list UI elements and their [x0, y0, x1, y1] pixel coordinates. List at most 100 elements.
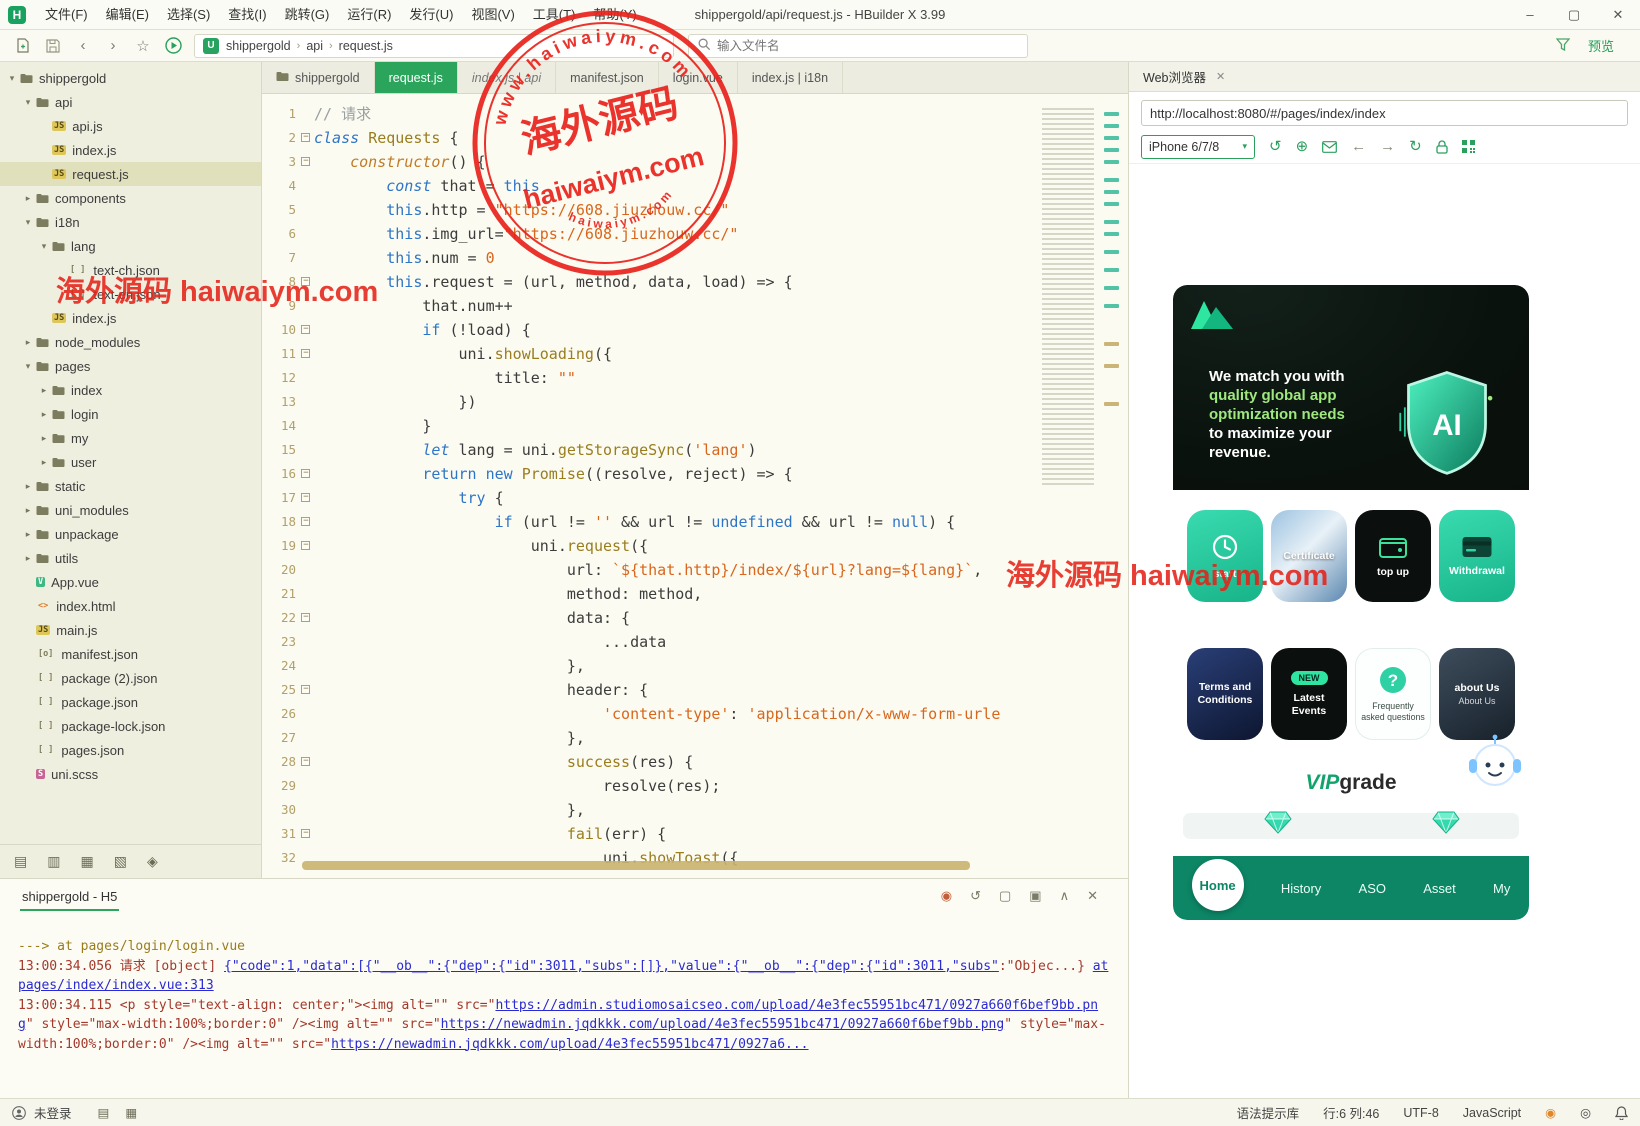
fold-marker[interactable] [296, 270, 314, 294]
tree-file-uni.scss[interactable]: Suni.scss [0, 762, 261, 786]
app-tile-withdrawal[interactable]: Withdrawal [1439, 510, 1515, 602]
menu-item[interactable]: 帮助(Y) [584, 0, 645, 30]
tree-file-package (2).json[interactable]: [ ] package (2).json [0, 666, 261, 690]
rotate-icon[interactable]: ↺ [1269, 139, 1282, 154]
preview-button[interactable]: 预览 [1588, 36, 1614, 55]
tree-arrow-icon[interactable]: ▸ [38, 433, 50, 444]
tab-request.js[interactable]: request.js [374, 62, 458, 93]
tab-shippergold[interactable]: shippergold [262, 62, 375, 93]
login-status[interactable]: 未登录 [34, 1103, 72, 1122]
emulator-icon[interactable]: ▥ [47, 853, 60, 870]
fold-marker[interactable] [296, 510, 314, 534]
lock-icon[interactable] [1436, 139, 1448, 154]
menu-item[interactable]: 选择(S) [158, 0, 219, 30]
fold-marker[interactable] [296, 678, 314, 702]
status-item[interactable]: UTF-8 [1403, 1106, 1438, 1120]
message-icon[interactable]: ◎ [1580, 1105, 1591, 1120]
file-search-box[interactable] [688, 33, 1028, 58]
back-icon[interactable]: ‹ [70, 34, 96, 58]
detach-icon[interactable]: ▣ [1029, 888, 1041, 904]
console-link[interactable]: https://newadmin.jqdkkk.com/upload/4e3fe… [331, 1037, 808, 1052]
stop-icon[interactable]: ▢ [999, 888, 1011, 904]
tree-file-App.vue[interactable]: V App.vue [0, 570, 261, 594]
tree-file-request.js[interactable]: JS request.js [0, 162, 261, 186]
menu-item[interactable]: 视图(V) [462, 0, 523, 30]
plugins-icon[interactable]: ▦ [80, 853, 93, 870]
tree-arrow-icon[interactable]: ▸ [22, 553, 34, 564]
tree-folder-components[interactable]: ▸ components [0, 186, 261, 210]
url-input[interactable] [1141, 100, 1628, 126]
tree-arrow-icon[interactable]: ▾ [38, 241, 50, 252]
tree-folder-uni_modules[interactable]: ▸ uni_modules [0, 498, 261, 522]
tree-arrow-icon[interactable]: ▾ [22, 217, 34, 228]
save-icon[interactable] [40, 34, 66, 58]
horizontal-scrollbar[interactable] [302, 861, 970, 870]
nav-forward-icon[interactable]: → [1380, 139, 1395, 154]
tree-folder-unpackage[interactable]: ▸ unpackage [0, 522, 261, 546]
status-item[interactable]: 行:6 列:46 [1323, 1103, 1379, 1122]
todo-icon[interactable]: ▦ [125, 1105, 137, 1120]
tree-arrow-icon[interactable]: ▸ [38, 385, 50, 396]
run-icon[interactable] [160, 34, 186, 58]
fold-marker[interactable] [296, 822, 314, 846]
breadcrumb-item[interactable]: api [306, 39, 323, 53]
tree-file-package.json[interactable]: [ ] package.json [0, 690, 261, 714]
tree-file-text-en.json[interactable]: [ ] text-en.json [0, 282, 261, 306]
new-file-icon[interactable] [10, 34, 36, 58]
network-icon[interactable]: ⊕ [1296, 139, 1309, 154]
fold-marker[interactable] [296, 318, 314, 342]
tree-arrow-icon[interactable]: ▸ [38, 409, 50, 420]
rerun-icon[interactable]: ↺ [970, 888, 981, 904]
tree-file-api.js[interactable]: JS api.js [0, 114, 261, 138]
fold-marker[interactable] [296, 462, 314, 486]
tab-index.js | i18n[interactable]: index.js | i18n [738, 62, 844, 93]
tree-arrow-icon[interactable]: ▾ [6, 73, 18, 84]
devices-icon[interactable]: ▧ [114, 853, 127, 870]
fold-marker[interactable] [296, 606, 314, 630]
app-tile-certificate[interactable]: Certificate [1271, 510, 1347, 602]
minimize-button[interactable]: – [1508, 0, 1552, 30]
menu-item[interactable]: 查找(I) [219, 0, 275, 30]
menu-item[interactable]: 工具(T) [524, 0, 585, 30]
nav-back-icon[interactable]: ← [1351, 139, 1366, 154]
minimap[interactable] [1042, 108, 1094, 488]
clear-icon[interactable]: ✕ [1087, 888, 1098, 904]
status-item[interactable]: JavaScript [1463, 1106, 1521, 1120]
breadcrumb-item[interactable]: shippergold [226, 39, 291, 53]
tab-manifest.json[interactable]: manifest.json [556, 62, 659, 93]
refresh-icon[interactable]: ↻ [1409, 139, 1422, 154]
tree-folder-i18n[interactable]: ▾ i18n [0, 210, 261, 234]
tree-arrow-icon[interactable]: ▾ [22, 361, 34, 372]
app-tile-latest-events[interactable]: NEW Latest Events [1271, 648, 1347, 740]
tree-arrow-icon[interactable]: ▾ [22, 97, 34, 108]
status-item[interactable]: 语法提示库 [1237, 1103, 1300, 1122]
app-tile-frequently-asked-questions[interactable]: ? Frequently asked questions [1355, 648, 1431, 740]
nav-item-asset[interactable]: Asset [1423, 881, 1456, 896]
tab-login.vue[interactable]: login.vue [659, 62, 738, 93]
tree-file-pages.json[interactable]: [ ] pages.json [0, 738, 261, 762]
tree-file-manifest.json[interactable]: [o] manifest.json [0, 642, 261, 666]
tree-folder-shippergold[interactable]: ▾ shippergold [0, 66, 261, 90]
screenshot-icon[interactable] [1322, 139, 1338, 154]
tree-folder-lang[interactable]: ▾ lang [0, 234, 261, 258]
tree-arrow-icon[interactable]: ▸ [22, 505, 34, 516]
console-link[interactable]: https://newadmin.jqdkkk.com/upload/4e3fe… [441, 1017, 1005, 1032]
menu-item[interactable]: 跳转(G) [276, 0, 339, 30]
code-editor[interactable]: 1 // 请求 2 class Requests {3 constructor() {… [262, 94, 1128, 878]
tree-folder-user[interactable]: ▸ user [0, 450, 261, 474]
app-tile-top-up[interactable]: top up [1355, 510, 1431, 602]
close-button[interactable]: ✕ [1596, 0, 1640, 30]
nav-item-home[interactable]: Home [1191, 859, 1244, 911]
fold-marker[interactable] [296, 126, 314, 150]
tree-file-package-lock.json[interactable]: [ ] package-lock.json [0, 714, 261, 738]
fold-marker[interactable] [296, 486, 314, 510]
terminal-icon[interactable]: ◈ [147, 853, 158, 870]
tree-folder-my[interactable]: ▸ my [0, 426, 261, 450]
outline-icon[interactable]: ▤ [98, 1105, 110, 1120]
collapse-icon[interactable]: ∧ [1060, 888, 1070, 904]
filter-icon[interactable] [1555, 37, 1571, 54]
app-tile-start[interactable]: start [1187, 510, 1263, 602]
bell-icon[interactable] [1615, 1105, 1628, 1120]
tree-arrow-icon[interactable]: ▸ [22, 481, 34, 492]
tree-arrow-icon[interactable]: ▸ [22, 529, 34, 540]
